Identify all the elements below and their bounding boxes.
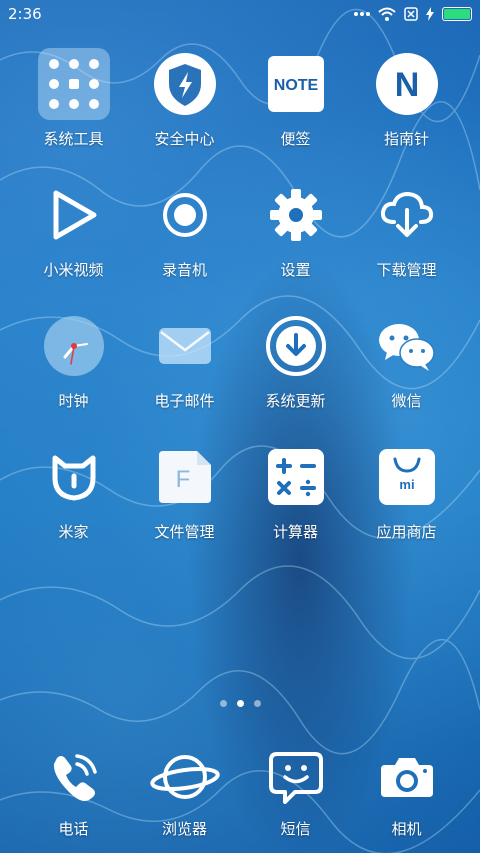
- app-clock[interactable]: 时钟: [18, 310, 129, 441]
- app-label: 指南针: [383, 130, 429, 148]
- dock-phone[interactable]: 电话: [18, 744, 129, 839]
- more-dots-icon: [354, 12, 370, 16]
- app-wechat[interactable]: 微信: [351, 310, 462, 441]
- settings-gear-icon: [260, 179, 332, 251]
- app-label: 浏览器: [161, 820, 207, 838]
- system-update-icon: [260, 310, 332, 382]
- app-label: 应用商店: [376, 523, 437, 541]
- app-system-update[interactable]: 系统更新: [240, 310, 351, 441]
- compass-icon-text: N: [394, 66, 419, 104]
- app-compass[interactable]: N 指南针: [351, 48, 462, 179]
- app-label: 电话: [58, 820, 89, 838]
- email-icon: [149, 310, 221, 382]
- page-dot[interactable]: [253, 700, 261, 707]
- battery-icon: [442, 7, 472, 21]
- compass-icon: N: [371, 48, 443, 120]
- app-label: 电子邮件: [154, 392, 215, 410]
- dock-camera[interactable]: 相机: [351, 744, 462, 839]
- status-bar: 2:36: [0, 0, 480, 28]
- app-mi-video[interactable]: 小米视频: [18, 179, 129, 310]
- app-grid: 系统工具 安全中心 NOTE 便签 N 指南针 小米视频 录音机 设置 下载管理…: [18, 48, 462, 572]
- camera-icon: [371, 744, 443, 810]
- status-icons: [354, 7, 472, 21]
- mijia-icon: [38, 441, 110, 513]
- app-label: 时钟: [58, 392, 89, 410]
- dock-messages[interactable]: 短信: [240, 744, 351, 839]
- wechat-icon: [371, 310, 443, 382]
- file-manager-icon-text: F: [175, 466, 190, 493]
- page-dot[interactable]: [219, 700, 227, 707]
- app-file-manager[interactable]: F 文件管理: [129, 441, 240, 572]
- notes-icon: NOTE: [260, 48, 332, 120]
- dock-browser[interactable]: 浏览器: [129, 744, 240, 839]
- app-app-store[interactable]: mi 应用商店: [351, 441, 462, 572]
- app-label: 微信: [391, 392, 422, 410]
- app-settings[interactable]: 设置: [240, 179, 351, 310]
- app-label: 计算器: [272, 523, 318, 541]
- app-recorder[interactable]: 录音机: [129, 179, 240, 310]
- app-label: 系统工具: [43, 130, 104, 148]
- messages-icon: [260, 744, 332, 810]
- app-store-icon-text: mi: [399, 477, 414, 492]
- notes-icon-text: NOTE: [273, 77, 318, 94]
- battery-fill: [444, 9, 470, 19]
- no-sim-icon: [404, 7, 418, 21]
- app-calculator[interactable]: 计算器: [240, 441, 351, 572]
- app-mijia[interactable]: 米家: [18, 441, 129, 572]
- phone-icon: [38, 744, 110, 810]
- app-label: 设置: [280, 261, 311, 279]
- clock-icon: [38, 310, 110, 382]
- app-label: 相机: [391, 820, 422, 838]
- app-notes[interactable]: NOTE 便签: [240, 48, 351, 179]
- app-label: 小米视频: [43, 261, 104, 279]
- app-label: 系统更新: [265, 392, 326, 410]
- browser-planet-icon: [149, 744, 221, 810]
- app-label: 便签: [280, 130, 311, 148]
- download-cloud-icon: [371, 179, 443, 251]
- app-label: 短信: [280, 820, 311, 838]
- app-security-center[interactable]: 安全中心: [129, 48, 240, 179]
- app-store-icon: mi: [371, 441, 443, 513]
- app-label: 录音机: [161, 261, 207, 279]
- video-play-icon: [38, 179, 110, 251]
- app-label: 文件管理: [154, 523, 215, 541]
- status-time: 2:36: [8, 5, 42, 23]
- charging-icon: [426, 7, 434, 21]
- app-label: 安全中心: [154, 130, 215, 148]
- security-shield-icon: [149, 48, 221, 120]
- page-dot-active[interactable]: [236, 700, 244, 707]
- app-label: 下载管理: [376, 261, 437, 279]
- app-download-manager[interactable]: 下载管理: [351, 179, 462, 310]
- system-tools-folder-icon: [37, 48, 110, 120]
- file-manager-icon: F: [149, 441, 221, 513]
- app-label: 米家: [58, 523, 89, 541]
- app-email[interactable]: 电子邮件: [129, 310, 240, 441]
- recorder-icon: [149, 179, 221, 251]
- app-system-tools[interactable]: 系统工具: [18, 48, 129, 179]
- page-indicator: [0, 700, 480, 707]
- dock: 电话 浏览器 短信 相机: [18, 744, 462, 839]
- calculator-icon: [260, 441, 332, 513]
- wifi-icon: [378, 7, 396, 21]
